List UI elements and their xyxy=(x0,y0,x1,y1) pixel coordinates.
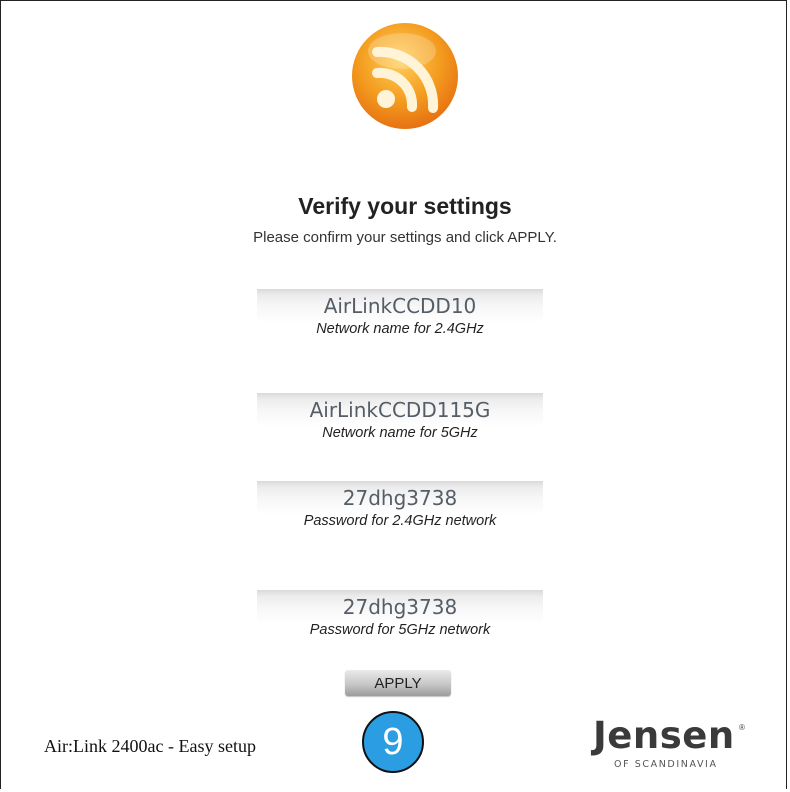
page-subtitle: Please confirm your settings and click A… xyxy=(253,229,557,246)
brand-tagline: OF SCANDINAVIA xyxy=(614,759,718,770)
field-label: Network name for 2.4GHz xyxy=(316,321,484,337)
brand-logo: Jensen ® OF SCANDINAVIA xyxy=(587,714,757,778)
network-name-5ghz-field: AirLinkCCDD115G Network name for 5GHz xyxy=(257,393,543,441)
password-24ghz-field: 27dhg3738 Password for 2.4GHz network xyxy=(257,481,543,529)
page-title: Verify your settings xyxy=(298,193,512,219)
field-value: AirLinkCCDD10 xyxy=(257,289,543,323)
apply-button[interactable]: APPLY xyxy=(345,670,451,696)
field-value: 27dhg3738 xyxy=(257,481,543,515)
product-name: Air:Link 2400ac - Easy setup xyxy=(44,736,256,756)
field-label: Password for 2.4GHz network xyxy=(303,513,497,529)
brand-registered-mark: ® xyxy=(739,723,745,732)
brand-name: Jensen xyxy=(593,714,735,757)
network-name-24ghz-field: AirLinkCCDD10 Network name for 2.4GHz xyxy=(257,289,543,337)
field-label: Password for 5GHz network xyxy=(309,622,491,638)
field-value: 27dhg3738 xyxy=(257,590,543,624)
step-number-badge: 9 xyxy=(362,711,424,773)
wifi-signal-orange-icon xyxy=(352,23,458,129)
field-value: AirLinkCCDD115G xyxy=(257,393,543,427)
password-5ghz-field: 27dhg3738 Password for 5GHz network xyxy=(257,590,543,638)
field-label: Network name for 5GHz xyxy=(322,425,478,441)
